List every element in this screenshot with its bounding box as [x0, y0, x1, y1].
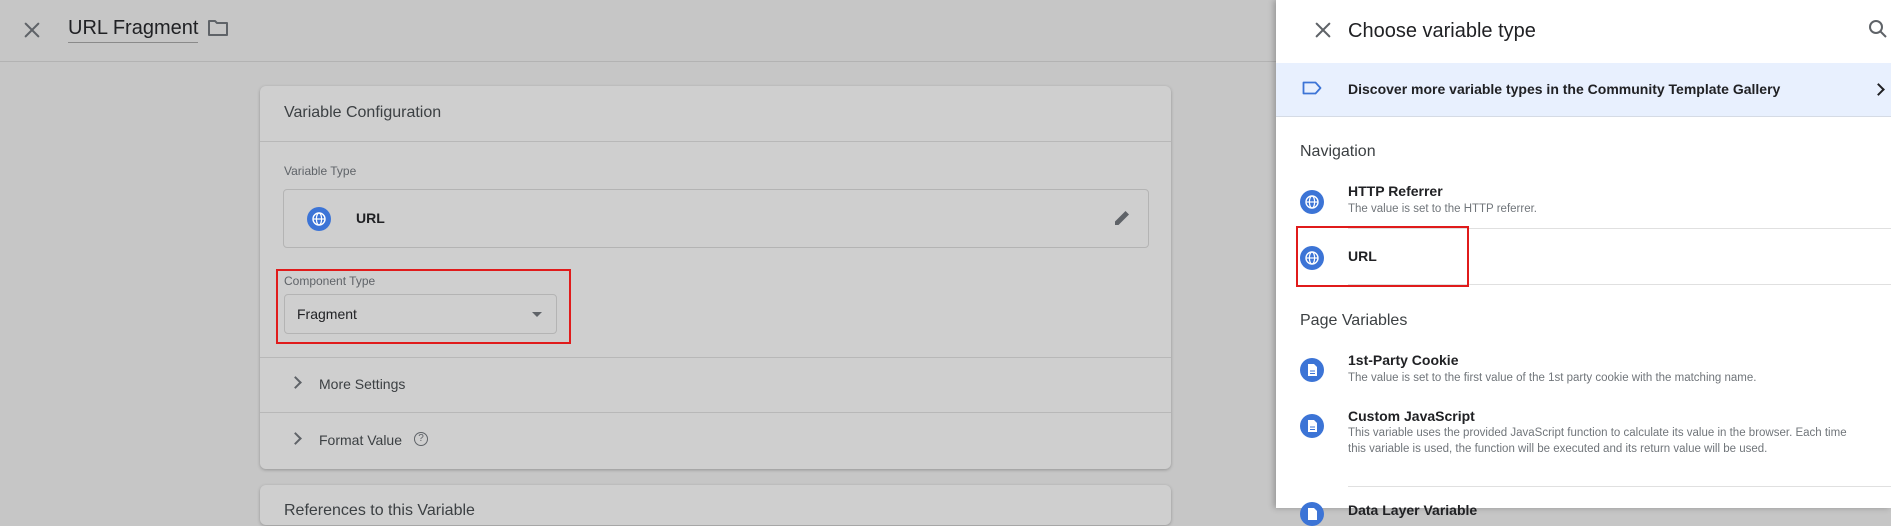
chevron-right-icon: [1872, 83, 1885, 96]
search-icon[interactable]: [1868, 19, 1888, 44]
variable-type-1st-party-cookie[interactable]: 1st-Party Cookie The value is set to the…: [1276, 352, 1891, 394]
close-editor-icon[interactable]: [21, 19, 43, 41]
chevron-right-icon: [289, 376, 302, 389]
variable-name-title[interactable]: URL Fragment: [68, 17, 199, 43]
community-gallery-link[interactable]: Discover more variable types in the Comm…: [1276, 63, 1891, 117]
variable-type-box[interactable]: URL: [283, 189, 1149, 248]
highlight-box: [1296, 226, 1469, 287]
variable-type-custom-javascript[interactable]: Custom JavaScript This variable uses the…: [1276, 408, 1891, 484]
item-description: The value is set to the HTTP referrer.: [1348, 203, 1537, 215]
item-name: Data Layer Variable: [1348, 502, 1478, 518]
references-card: References to this Variable: [260, 485, 1171, 525]
highlight-box: [276, 269, 571, 344]
globe-icon: [1300, 190, 1324, 214]
variable-type-value: URL: [356, 210, 385, 226]
chevron-right-icon: [289, 432, 302, 445]
item-name: 1st-Party Cookie: [1348, 352, 1459, 368]
item-description: The value is set to the first value of t…: [1348, 372, 1757, 384]
item-name: HTTP Referrer: [1348, 183, 1443, 199]
document-icon: [1300, 502, 1324, 526]
format-value-label: Format Value: [319, 432, 402, 448]
panel-title: Choose variable type: [1348, 20, 1536, 42]
label-tag-icon: [1302, 81, 1322, 100]
divider: [260, 141, 1171, 142]
item-description: This variable uses the provided JavaScri…: [1348, 427, 1847, 455]
editor-top-bar: URL Fragment: [0, 0, 1276, 62]
variable-type-label: Variable Type: [284, 164, 357, 178]
section-page-variables: Page Variables: [1300, 312, 1408, 329]
divider: [1348, 486, 1891, 487]
item-name: Custom JavaScript: [1348, 408, 1475, 424]
document-icon: [1300, 358, 1324, 382]
folder-icon[interactable]: [207, 18, 229, 43]
more-settings-expander[interactable]: More Settings: [260, 357, 1171, 412]
help-icon[interactable]: ?: [414, 432, 428, 446]
variable-type-data-layer[interactable]: Data Layer Variable: [1276, 502, 1891, 526]
edit-pencil-icon[interactable]: [1112, 208, 1132, 233]
document-icon: [1300, 414, 1324, 438]
format-value-expander[interactable]: Format Value ?: [260, 413, 1171, 468]
gallery-link-text: Discover more variable types in the Comm…: [1348, 81, 1781, 97]
more-settings-label: More Settings: [319, 376, 406, 392]
section-navigation: Navigation: [1300, 143, 1376, 160]
globe-icon: [307, 207, 331, 231]
close-panel-icon[interactable]: [1312, 19, 1334, 41]
references-card-title: References to this Variable: [284, 502, 475, 519]
card-header: Variable Configuration: [284, 104, 442, 121]
variable-type-http-referrer[interactable]: HTTP Referrer The value is set to the HT…: [1276, 183, 1891, 228]
